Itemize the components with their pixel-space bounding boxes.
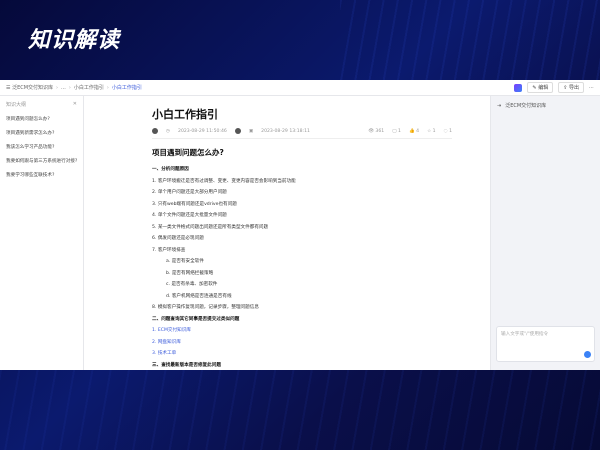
ai-assistant-icon[interactable] (514, 83, 523, 92)
footer-decoration (0, 370, 600, 450)
assistant-header: 泛ECM交付知识库 (505, 103, 547, 109)
views-stat: 👁 361 (368, 128, 385, 134)
doc-link[interactable]: 2. 网盘知识库 (152, 339, 490, 345)
assistant-input[interactable]: 输入文字或"/"使用指令 (496, 326, 595, 362)
created-time: 2023-08-29 11:50:46 (178, 128, 227, 134)
doc-lines: 一、分析问题原因 1. 客户环境搬迁是否有过调整、变更、变更内容是否会影响到当前功… (152, 166, 490, 370)
export-button[interactable]: ⇪ 导出 (558, 82, 584, 93)
doc-line: a. 是否有安全软件 (166, 259, 204, 264)
shares-stat[interactable]: ◌ 1 (444, 129, 452, 134)
outline-item[interactable]: 项目遇到新需求怎么办? (6, 130, 77, 136)
banner-decoration (340, 0, 600, 80)
doc-line: 4. 单个文件问题还是大批量文件问题 (152, 213, 227, 218)
doc-meta: ◷ 2023-08-29 11:50:46 ▣ 2023-08-29 13:18… (152, 128, 452, 134)
doc-line: b. 是否有网络拦截策略 (166, 270, 214, 276)
app-window: ☰ 泛ECM交付知识库 › ... › 小白工作指引 › 小白工作指引 ✎ 编辑… (0, 80, 600, 370)
doc-line: 2. 单个用户问题还是大部分用户问题 (152, 190, 227, 195)
send-button[interactable] (584, 351, 591, 358)
doc-line: 8. 模拟客户操作复现问题，记录步骤，整理问题信息 (152, 305, 259, 310)
outline-item[interactable]: 项目遇到问题怎么办? (6, 116, 77, 122)
doc-line: 3. 只有web端有问题还是vdrive也有问题 (152, 201, 237, 207)
breadcrumb: 泛ECM交付知识库 › ... › 小白工作指引 › 小白工作指引 (12, 84, 142, 92)
doc-line: 1. 客户环境搬迁是否有过调整、变更、变更内容是否会影响到当前功能 (152, 178, 296, 184)
edit-button[interactable]: ✎ 编辑 (527, 82, 554, 93)
edit-time-icon: ▣ (248, 128, 254, 134)
close-icon[interactable]: ✕ (73, 101, 77, 108)
assistant-panel: ⇥ 泛ECM交付知识库 输入文字或"/"使用指令 (490, 96, 600, 370)
document-content: 小白工作指引 ◷ 2023-08-29 11:50:46 ▣ 2023-08-2… (84, 96, 490, 370)
outline-sidebar: 知识大纲 ✕ 项目遇到问题怎么办? 项目遇到新需求怎么办? 我该怎么学习产品功能… (0, 96, 84, 370)
page-title: 小白工作指引 (152, 108, 218, 121)
panel-toggle-icon[interactable]: ⇥ (497, 103, 501, 109)
doc-line: 6. 偶发问题还是必现问题 (152, 236, 204, 241)
updated-time: 2023-08-29 13:18:11 (261, 128, 310, 134)
breadcrumb-current: 小白工作指引 (111, 85, 142, 91)
breadcrumb-item[interactable]: 小白工作指引 (74, 84, 104, 91)
outline-header: 知识大纲 (6, 102, 27, 108)
avatar[interactable] (152, 128, 158, 134)
breadcrumb-item[interactable]: ... (61, 85, 66, 91)
likes-stat[interactable]: 👍 4 (409, 129, 419, 134)
doc-line: 7. 客户环境排查 (152, 247, 186, 253)
more-icon[interactable]: ⋯ (589, 85, 594, 91)
doc-line: 二、问题查询其它同事是否提交过类似问题 (152, 316, 240, 322)
doc-link[interactable]: 3. 技术工单 (152, 350, 490, 356)
doc-line: c. 是否有杀毒、加密软件 (166, 282, 218, 287)
breadcrumb-item[interactable]: 泛ECM交付知识库 (12, 84, 53, 91)
banner-title: 知识解读 (28, 28, 121, 53)
doc-line: 5. 某一类文件格式问题出问题还是所有类型文件都有问题 (152, 224, 269, 230)
section-title: 项目遇到问题怎么办? (152, 148, 224, 157)
avatar[interactable] (234, 128, 241, 134)
divider (152, 138, 452, 139)
menu-icon[interactable]: ☰ (6, 85, 10, 91)
doc-line: 三、查找最新版本是否修复此问题 (152, 362, 221, 368)
clock-icon: ◷ (166, 128, 171, 134)
stars-stat[interactable]: ☆ 1 (427, 129, 436, 134)
outline-item[interactable]: 我要如何跟与第三方系统进行对接? (6, 158, 77, 164)
outline-item[interactable]: 我该怎么学习产品功能? (6, 144, 77, 150)
top-bar: ☰ 泛ECM交付知识库 › ... › 小白工作指引 › 小白工作指引 ✎ 编辑… (0, 80, 600, 96)
doc-line: d. 客户机网络是否连通是否有线 (166, 293, 232, 299)
doc-link[interactable]: 1. ECM交付知识库 (152, 327, 490, 333)
doc-line: 一、分析问题原因 (152, 167, 189, 172)
assistant-input-placeholder: 输入文字或"/"使用指令 (501, 332, 549, 337)
comments-stat[interactable]: ▢ 1 (392, 129, 401, 134)
outline-item[interactable]: 我要学习哪些互联技术? (6, 172, 77, 178)
